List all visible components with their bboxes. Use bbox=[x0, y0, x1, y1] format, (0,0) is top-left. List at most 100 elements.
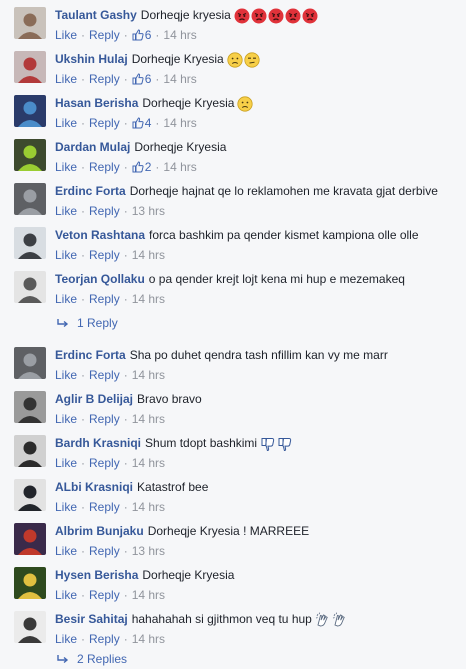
like-button[interactable]: Like bbox=[55, 160, 77, 174]
comment-author-link[interactable]: Bardh Krasniqi bbox=[55, 436, 141, 450]
view-replies-link[interactable]: 2 Replies bbox=[57, 651, 127, 667]
comment-timestamp[interactable]: 13 hrs bbox=[132, 544, 165, 558]
reply-button[interactable]: Reply bbox=[89, 28, 120, 42]
like-button[interactable]: Like bbox=[55, 588, 77, 602]
avatar[interactable] bbox=[14, 51, 46, 83]
like-button[interactable]: Like bbox=[55, 248, 77, 262]
comment-author-link[interactable]: Aglir B Delijaj bbox=[55, 392, 133, 406]
comment-author-link[interactable]: Besir Sahitaj bbox=[55, 612, 128, 626]
separator-dot: · bbox=[155, 116, 160, 130]
reply-button[interactable]: Reply bbox=[89, 204, 120, 218]
like-button[interactable]: Like bbox=[55, 28, 77, 42]
separator-dot: · bbox=[81, 588, 86, 602]
like-button[interactable]: Like bbox=[55, 500, 77, 514]
comment-timestamp[interactable]: 14 hrs bbox=[163, 72, 196, 86]
comment-author-link[interactable]: Hysen Berisha bbox=[55, 568, 138, 582]
replies-count-label: 1 Reply bbox=[77, 316, 118, 330]
comment-timestamp[interactable]: 14 hrs bbox=[163, 160, 196, 174]
avatar[interactable] bbox=[14, 567, 46, 599]
comment-item: Hysen Berisha Dorheqje Kryesia Like · Reply ·… bbox=[0, 560, 466, 604]
comment-timestamp[interactable]: 14 hrs bbox=[163, 116, 196, 130]
avatar[interactable] bbox=[14, 523, 46, 555]
comment-item: Besir Sahitaj hahahahah si gjithmon veq t… bbox=[0, 604, 466, 648]
like-button[interactable]: Like bbox=[55, 72, 77, 86]
like-button[interactable]: Like bbox=[55, 456, 77, 470]
comment-timestamp[interactable]: 14 hrs bbox=[132, 248, 165, 262]
avatar[interactable] bbox=[14, 479, 46, 511]
reply-button[interactable]: Reply bbox=[89, 72, 120, 86]
separator-dot: · bbox=[81, 368, 86, 382]
comment-body: Teorjan Qollaku o pa qender krejt lojt ke… bbox=[55, 272, 405, 286]
comment-item: Veton Rashtana forca bashkim pa qender ki… bbox=[0, 220, 466, 264]
separator-dot: · bbox=[81, 292, 86, 306]
comment-author-link[interactable]: Erdinc Forta bbox=[55, 348, 126, 362]
reply-button[interactable]: Reply bbox=[89, 368, 120, 382]
comment-timestamp[interactable]: 14 hrs bbox=[132, 500, 165, 514]
like-button[interactable]: Like bbox=[55, 632, 77, 646]
like-count[interactable]: 4 bbox=[132, 116, 151, 132]
reply-button[interactable]: Reply bbox=[89, 500, 120, 514]
avatar[interactable] bbox=[14, 271, 46, 303]
comment-author-link[interactable]: Ukshin Hulaj bbox=[55, 52, 128, 66]
reply-button[interactable]: Reply bbox=[89, 160, 120, 174]
avatar[interactable] bbox=[14, 227, 46, 259]
comment-body: Hasan Berisha Dorheqje Kryesia bbox=[55, 96, 254, 112]
comment-author-link[interactable]: Erdinc Forta bbox=[55, 184, 126, 198]
avatar[interactable] bbox=[14, 347, 46, 379]
comment-actions: Like · Reply · 2 · 14 hrs bbox=[55, 160, 197, 176]
view-replies-link[interactable]: 1 Reply bbox=[57, 315, 118, 331]
avatar[interactable] bbox=[14, 611, 46, 643]
comment-timestamp[interactable]: 14 hrs bbox=[132, 412, 165, 426]
thumbs-up-icon bbox=[132, 117, 144, 132]
comment-item: Albrim Bunjaku Dorheqje Kryesia ! MARREEE… bbox=[0, 516, 466, 560]
avatar[interactable] bbox=[14, 139, 46, 171]
comment-author-link[interactable]: Albrim Bunjaku bbox=[55, 524, 144, 538]
comment-author-link[interactable]: Veton Rashtana bbox=[55, 228, 145, 242]
comment-timestamp[interactable]: 14 hrs bbox=[163, 28, 196, 42]
comment-timestamp[interactable]: 14 hrs bbox=[132, 632, 165, 646]
reply-button[interactable]: Reply bbox=[89, 248, 120, 262]
reply-button[interactable]: Reply bbox=[89, 412, 120, 426]
comment-text: Dorheqje Kryesia ! MARREEE bbox=[147, 524, 310, 538]
comment-author-link[interactable]: Taulant Gashy bbox=[55, 8, 137, 22]
comment-author-link[interactable]: Teorjan Qollaku bbox=[55, 272, 145, 286]
like-count[interactable]: 6 bbox=[132, 72, 151, 86]
comment-author-link[interactable]: Dardan Mulaj bbox=[55, 140, 130, 154]
avatar[interactable] bbox=[14, 183, 46, 215]
reply-button[interactable]: Reply bbox=[89, 632, 120, 646]
like-button[interactable]: Like bbox=[55, 116, 77, 130]
avatar[interactable] bbox=[14, 95, 46, 127]
like-button[interactable]: Like bbox=[55, 292, 77, 306]
reply-button[interactable]: Reply bbox=[89, 544, 120, 558]
comment-actions: Like · Reply · 14 hrs bbox=[55, 500, 165, 514]
like-button[interactable]: Like bbox=[55, 412, 77, 426]
comment-item: Erdinc Forta Sha po duhet qendra tash nfi… bbox=[0, 340, 466, 384]
separator-dot: · bbox=[123, 456, 128, 470]
comment-timestamp[interactable]: 14 hrs bbox=[132, 292, 165, 306]
like-count[interactable]: 2 bbox=[132, 160, 151, 174]
angry-emoji-icon bbox=[234, 8, 251, 24]
like-count[interactable]: 6 bbox=[132, 28, 152, 42]
reply-button[interactable]: Reply bbox=[89, 588, 120, 602]
avatar[interactable] bbox=[14, 391, 46, 423]
avatar[interactable] bbox=[14, 435, 46, 467]
comment-timestamp[interactable]: 14 hrs bbox=[132, 588, 165, 602]
like-count-value: 6 bbox=[144, 28, 152, 42]
comment-timestamp[interactable]: 13 hrs bbox=[132, 204, 165, 218]
comment-timestamp[interactable]: 14 hrs bbox=[132, 456, 165, 470]
emoji-group bbox=[237, 96, 254, 112]
comment-item: Taulant Gashy Dorheqje kryesia Like · Reply ·… bbox=[0, 0, 466, 44]
comment-author-link[interactable]: Hasan Berisha bbox=[55, 96, 138, 110]
reply-button[interactable]: Reply bbox=[89, 292, 120, 306]
comment-timestamp[interactable]: 14 hrs bbox=[132, 368, 165, 382]
like-button[interactable]: Like bbox=[55, 544, 77, 558]
reply-button[interactable]: Reply bbox=[89, 456, 120, 470]
separator-dot: · bbox=[81, 72, 86, 86]
like-button[interactable]: Like bbox=[55, 368, 77, 382]
reply-arrow-icon bbox=[57, 653, 69, 669]
reply-button[interactable]: Reply bbox=[89, 116, 120, 130]
like-button[interactable]: Like bbox=[55, 204, 77, 218]
sad-emoji-icon bbox=[237, 96, 254, 112]
comment-author-link[interactable]: ALbi Krasniqi bbox=[55, 480, 133, 494]
avatar[interactable] bbox=[14, 7, 46, 39]
